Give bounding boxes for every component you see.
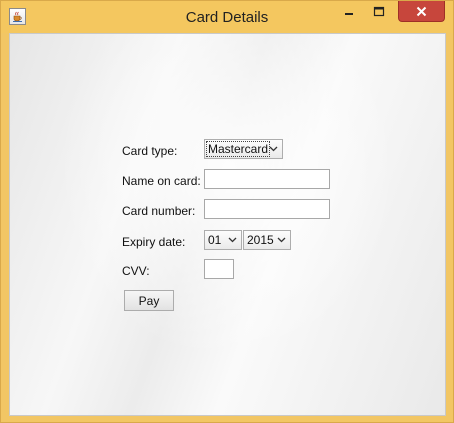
maximize-button[interactable] — [365, 1, 393, 22]
expiry-year-value: 2015 — [247, 233, 274, 247]
cvv-label: CVV: — [122, 264, 150, 278]
minimize-icon — [345, 12, 353, 15]
close-icon — [416, 6, 427, 16]
card-type-value: Mastercard — [206, 141, 271, 157]
card-type-dropdown[interactable]: Mastercard — [204, 139, 283, 159]
name-on-card-label: Name on card: — [122, 174, 201, 188]
title-bar[interactable]: Card Details — [1, 1, 453, 33]
chevron-down-icon — [269, 146, 278, 152]
expiry-month-value: 01 — [208, 233, 222, 247]
expiry-year-dropdown[interactable]: 2015 — [243, 230, 291, 250]
expiry-month-dropdown[interactable]: 01 — [204, 230, 242, 250]
card-number-label: Card number: — [122, 204, 196, 218]
pay-button[interactable]: Pay — [124, 290, 174, 311]
name-on-card-field[interactable] — [204, 169, 330, 189]
cvv-field[interactable] — [204, 259, 234, 279]
app-window: Card Details Card type: Mastercard Name … — [0, 0, 454, 423]
chevron-down-icon — [277, 237, 286, 243]
maximize-icon — [373, 6, 385, 16]
chevron-down-icon — [228, 237, 237, 243]
minimize-button[interactable] — [335, 1, 363, 22]
expiry-date-label: Expiry date: — [122, 235, 186, 249]
close-button[interactable] — [398, 1, 445, 22]
content-panel: Card type: Mastercard Name on card: Card… — [9, 33, 446, 416]
card-type-label: Card type: — [122, 144, 178, 158]
card-number-field[interactable] — [204, 199, 330, 219]
